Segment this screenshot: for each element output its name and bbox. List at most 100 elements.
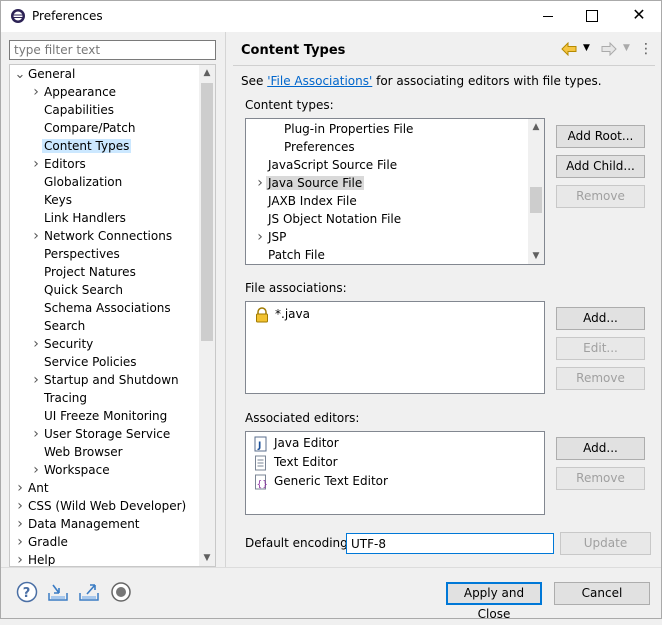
help-icon[interactable]: ?: [16, 581, 38, 603]
back-menu-chevron-icon[interactable]: ▼: [583, 43, 590, 53]
import-icon[interactable]: [47, 581, 69, 603]
chevron-right-icon[interactable]: ›: [30, 83, 42, 101]
chevron-right-icon[interactable]: ›: [14, 479, 26, 497]
tree-item[interactable]: Project Natures: [30, 263, 138, 281]
add-child-button[interactable]: Add Child...: [556, 155, 645, 178]
list-item[interactable]: Text Editor: [253, 453, 340, 471]
chevron-down-icon[interactable]: ⌄: [14, 66, 26, 84]
default-encoding-label: Default encoding:: [245, 536, 352, 550]
close-icon[interactable]: ✕: [632, 7, 646, 23]
panel-divider[interactable]: [225, 32, 226, 567]
record-icon[interactable]: [110, 581, 132, 603]
edit-file-association-button[interactable]: Edit...: [556, 337, 645, 360]
chevron-right-icon[interactable]: ›: [30, 227, 42, 245]
content-types-tree[interactable]: ▲ ▼ Plug-in Properties File Preferences Ja…: [245, 118, 545, 265]
associated-editors-list[interactable]: J Java Editor Text Editor {} Generic Text …: [245, 431, 545, 515]
tree-item[interactable]: Capabilities: [30, 101, 116, 119]
chevron-right-icon[interactable]: ›: [254, 228, 266, 246]
content-type-label: Preferences: [284, 140, 355, 154]
file-associations-list[interactable]: *.java: [245, 301, 545, 394]
content-type-item[interactable]: › Java Source File: [257, 174, 365, 192]
chevron-right-icon[interactable]: ›: [254, 174, 266, 192]
content-type-item[interactable]: › JSP: [257, 228, 288, 246]
tree-item-label: Appearance: [44, 85, 117, 99]
scroll-thumb[interactable]: [530, 187, 542, 213]
tree-item[interactable]: Service Policies: [30, 353, 139, 371]
tree-item[interactable]: ⌄ General: [14, 65, 77, 83]
forward-menu-chevron-icon[interactable]: ▼: [623, 43, 630, 53]
export-icon[interactable]: [78, 581, 100, 603]
tree-item[interactable]: › Appearance: [30, 83, 118, 101]
tree-item[interactable]: › CSS (Wild Web Developer): [14, 497, 188, 515]
content-type-item[interactable]: JS Object Notation File: [268, 210, 403, 228]
chevron-right-icon[interactable]: ›: [30, 155, 42, 173]
add-file-association-button[interactable]: Add...: [556, 307, 645, 330]
chevron-right-icon[interactable]: ›: [14, 515, 26, 533]
tree-item[interactable]: › Data Management: [14, 515, 142, 533]
tree-scrollbar[interactable]: ▲ ▼: [199, 65, 215, 566]
tree-item[interactable]: › Workspace: [30, 461, 112, 479]
tree-item[interactable]: Globalization: [30, 173, 124, 191]
tree-item[interactable]: Content Types: [30, 137, 132, 155]
remove-editor-button[interactable]: Remove: [556, 467, 645, 490]
tree-item[interactable]: Tracing: [30, 389, 89, 407]
minimize-icon[interactable]: [541, 9, 555, 23]
tree-item[interactable]: › Editors: [30, 155, 88, 173]
view-menu-icon[interactable]: ⋮: [639, 41, 653, 57]
content-type-item[interactable]: JAXB Index File: [268, 192, 359, 210]
tree-item[interactable]: Perspectives: [30, 245, 122, 263]
back-arrow-icon[interactable]: [561, 41, 577, 59]
tree-item[interactable]: Web Browser: [30, 443, 125, 461]
preference-tree[interactable]: ▲ ▼ ⌄ General › Appearance Capabilities Compa…: [9, 64, 216, 567]
scroll-down-icon[interactable]: ▼: [528, 248, 544, 264]
tree-item[interactable]: › Startup and Shutdown: [30, 371, 181, 389]
tree-item[interactable]: › Gradle: [14, 533, 70, 551]
tree-item[interactable]: Schema Associations: [30, 299, 173, 317]
tree-item[interactable]: › Ant: [14, 479, 51, 497]
filter-input[interactable]: [9, 40, 216, 60]
content-type-item[interactable]: Patch File: [268, 246, 327, 264]
chevron-right-icon[interactable]: ›: [14, 551, 26, 566]
cancel-button[interactable]: Cancel: [554, 582, 650, 605]
content-type-item[interactable]: JavaScript Source File: [268, 156, 399, 174]
apply-and-close-button[interactable]: Apply and Close: [446, 582, 542, 621]
chevron-right-icon[interactable]: ›: [14, 533, 26, 551]
tree-item[interactable]: › Network Connections: [30, 227, 174, 245]
tree-item[interactable]: › Security: [30, 335, 95, 353]
chevron-right-icon[interactable]: ›: [14, 497, 26, 515]
tree-item[interactable]: UI Freeze Monitoring: [30, 407, 169, 425]
remove-content-type-button[interactable]: Remove: [556, 185, 645, 208]
scroll-down-icon[interactable]: ▼: [199, 550, 215, 566]
tree-item-label: Quick Search: [44, 283, 123, 297]
content-types-scrollbar[interactable]: ▲ ▼: [528, 119, 544, 264]
tree-item-label: User Storage Service: [44, 427, 171, 441]
chevron-right-icon[interactable]: ›: [30, 461, 42, 479]
tree-item[interactable]: Compare/Patch: [30, 119, 137, 137]
tree-item[interactable]: Link Handlers: [30, 209, 128, 227]
maximize-icon[interactable]: [586, 10, 598, 22]
scroll-up-icon[interactable]: ▲: [199, 65, 215, 81]
scroll-up-icon[interactable]: ▲: [528, 119, 544, 135]
header-separator: [233, 65, 655, 66]
default-encoding-input[interactable]: [346, 533, 554, 554]
file-associations-link[interactable]: 'File Associations': [267, 74, 372, 88]
content-type-item[interactable]: Preferences: [284, 138, 357, 156]
tree-item[interactable]: Keys: [30, 191, 74, 209]
remove-file-association-button[interactable]: Remove: [556, 367, 645, 390]
forward-arrow-icon[interactable]: [601, 41, 617, 59]
tree-item[interactable]: Quick Search: [30, 281, 125, 299]
tree-item[interactable]: › User Storage Service: [30, 425, 172, 443]
chevron-right-icon[interactable]: ›: [30, 371, 42, 389]
list-item[interactable]: J Java Editor: [253, 434, 341, 452]
chevron-right-icon[interactable]: ›: [30, 335, 42, 353]
add-root-button[interactable]: Add Root...: [556, 125, 645, 148]
tree-item[interactable]: › Help: [14, 551, 57, 566]
list-item[interactable]: *.java: [254, 305, 312, 323]
content-type-item[interactable]: Plug-in Properties File: [284, 120, 415, 138]
scroll-thumb[interactable]: [201, 83, 213, 341]
update-button[interactable]: Update: [560, 532, 651, 555]
add-editor-button[interactable]: Add...: [556, 437, 645, 460]
list-item[interactable]: {} Generic Text Editor: [253, 472, 390, 490]
tree-item[interactable]: Search: [30, 317, 87, 335]
chevron-right-icon[interactable]: ›: [30, 425, 42, 443]
